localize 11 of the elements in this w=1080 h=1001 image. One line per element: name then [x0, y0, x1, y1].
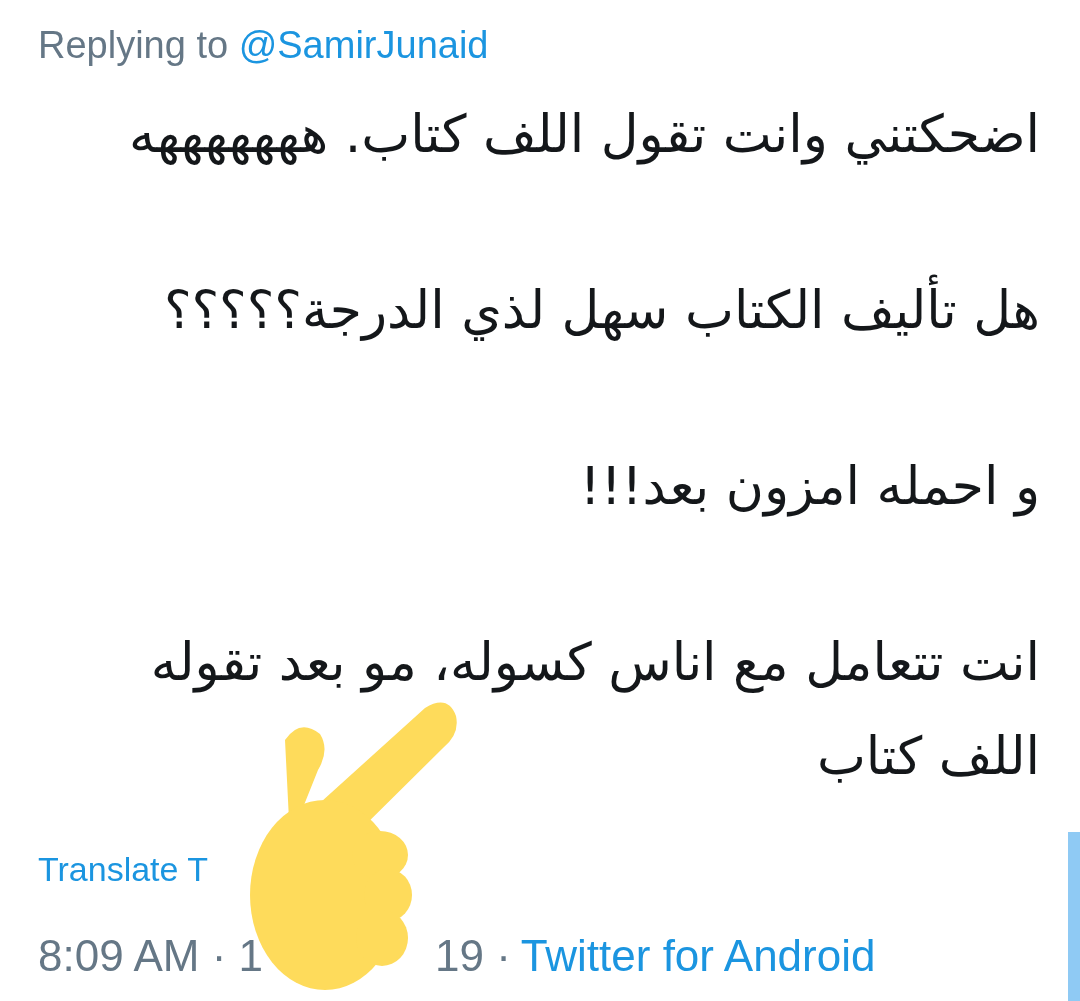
translate-link[interactable]: Translate T [38, 846, 1040, 892]
tweet-text: و احمله امزون بعد!!! [578, 455, 1040, 519]
source-link[interactable]: Twitter for Android [520, 932, 876, 980]
timestamp: 8:09 AM · 1 [38, 932, 263, 980]
timestamp: 19 · [435, 932, 511, 980]
tweet-text: هل تأليف الكتاب سهل لذي الدرجة؟؟؟؟؟ [38, 263, 1040, 357]
scrollbar[interactable] [1068, 832, 1080, 1001]
handle-link[interactable]: @SamirJunaid [238, 24, 489, 66]
tweet-text: اضحكتني وانت تقول اللف كتاب. هههههههه [128, 103, 1040, 167]
tweet-text: انت تتعامل مع اناس كسوله، مو بعد تقوله اللف كتاب [149, 631, 1040, 788]
replying-label: Replying to [38, 24, 229, 66]
